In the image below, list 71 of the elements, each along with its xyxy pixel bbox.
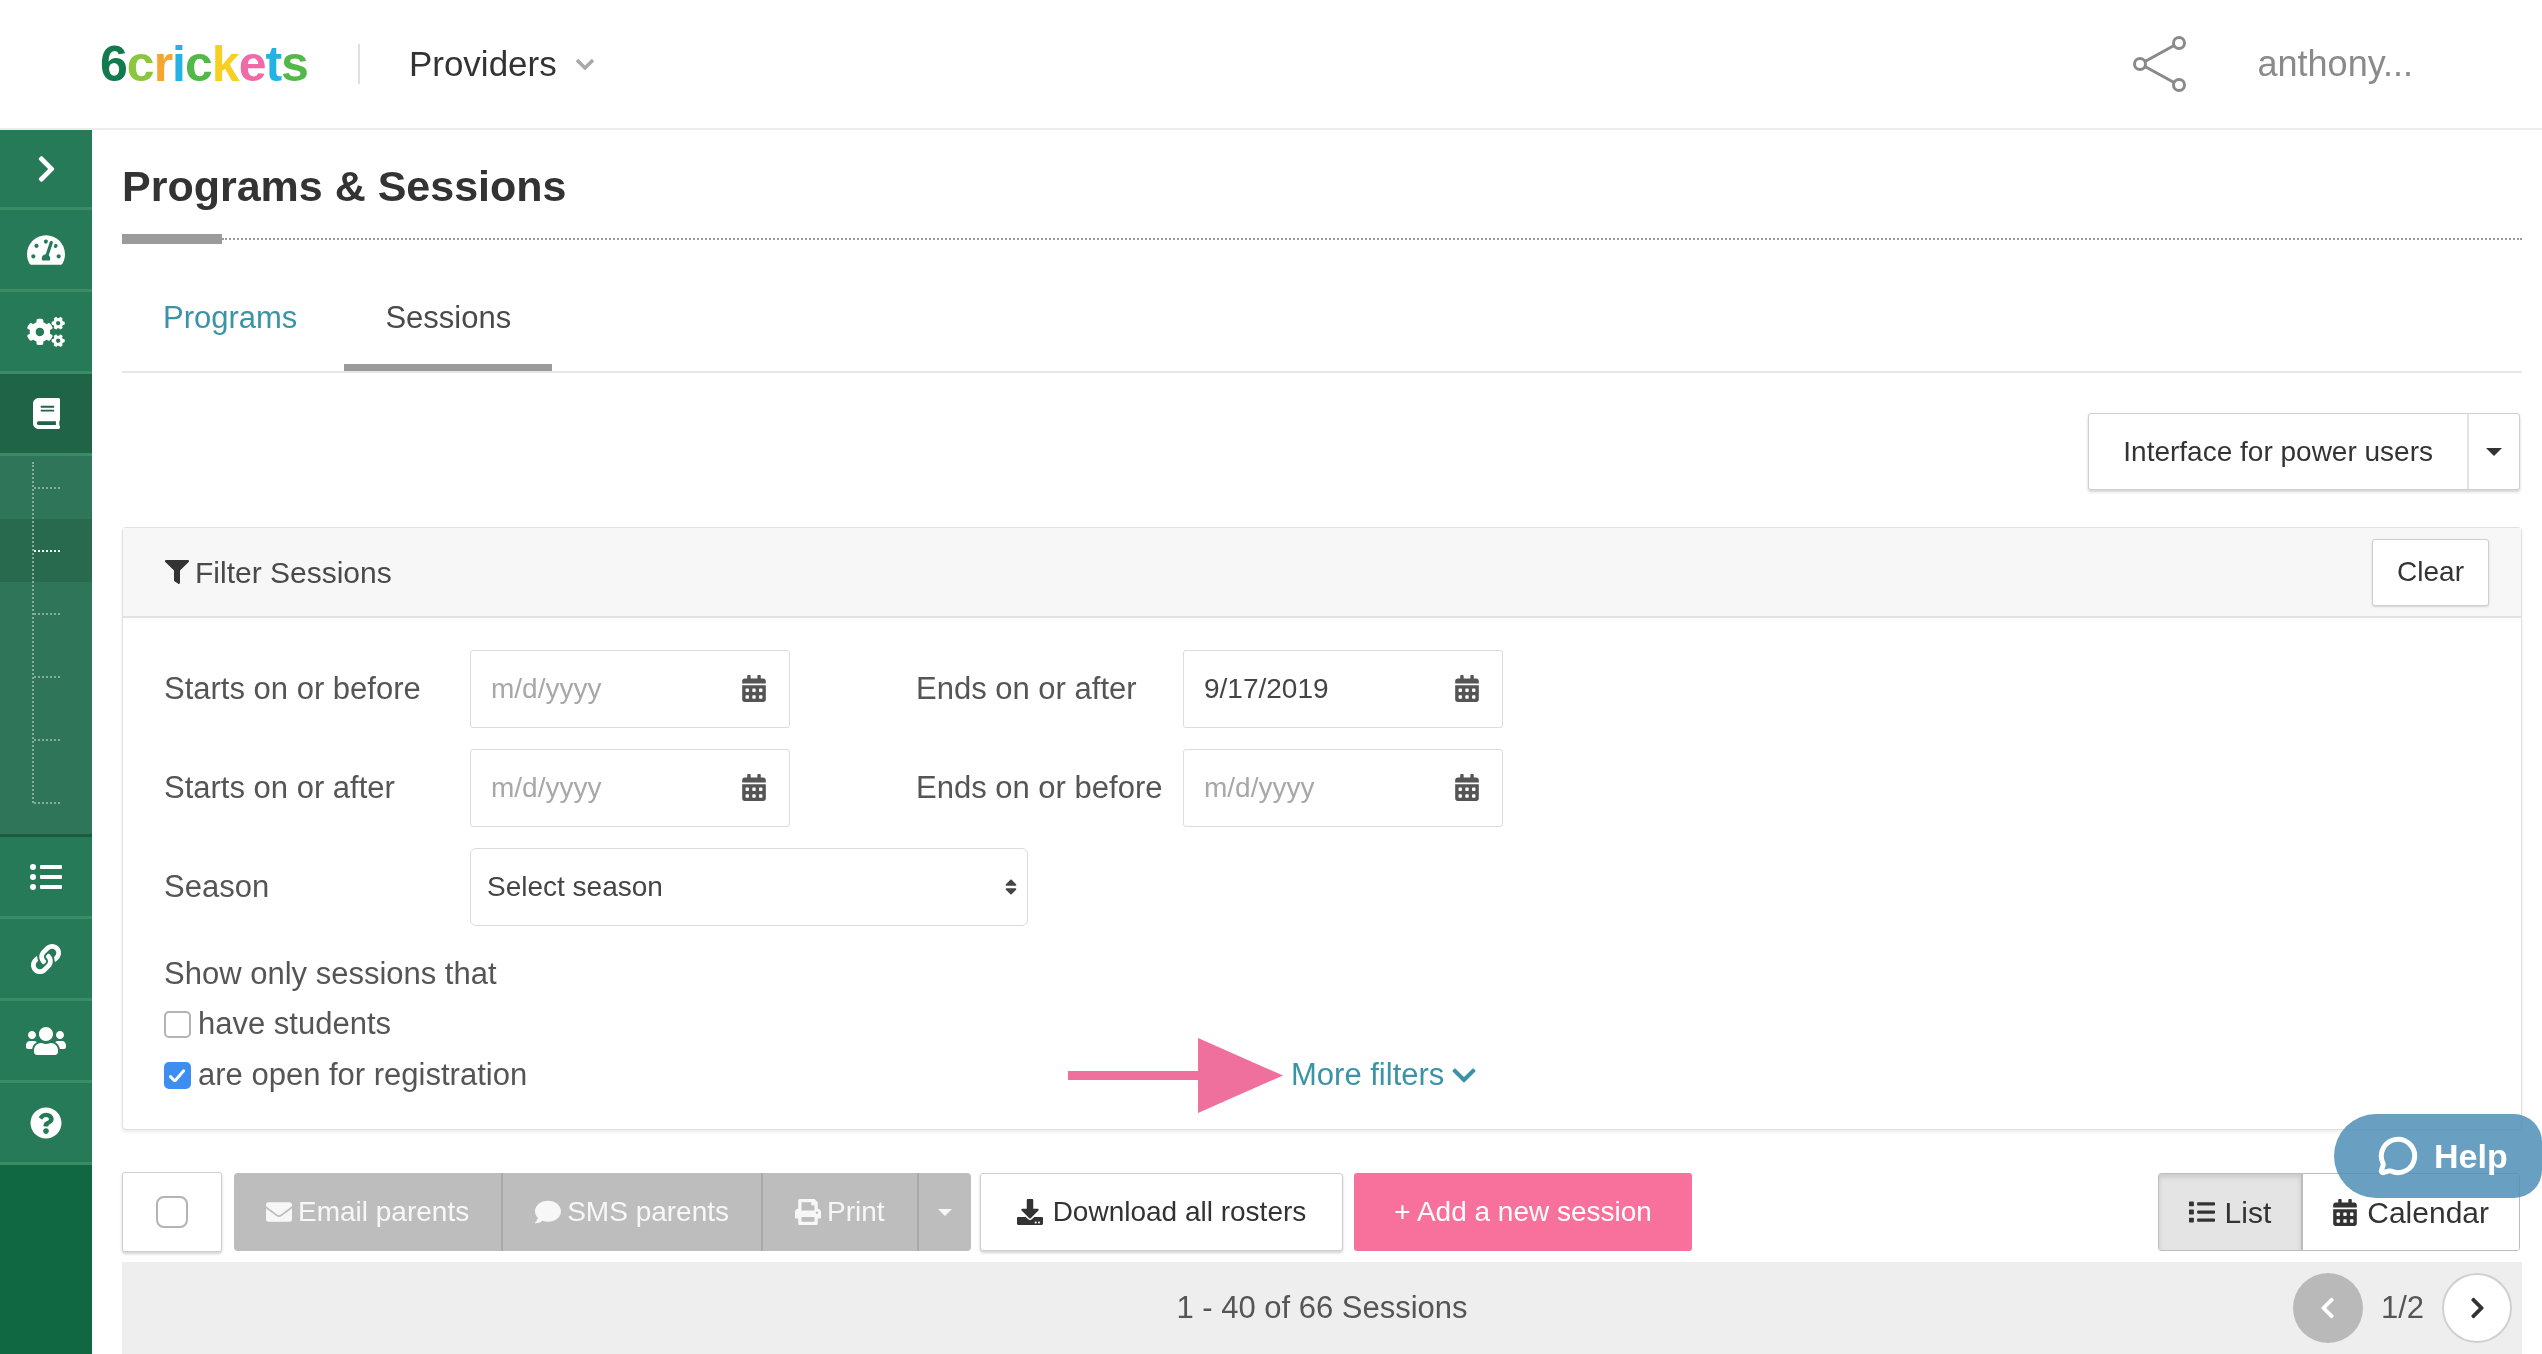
calendar-icon [1455, 675, 1479, 702]
checkmark-icon [169, 1068, 186, 1083]
branch-line-icon [34, 486, 60, 489]
book-icon [32, 398, 60, 429]
caret-down-icon [2486, 447, 2502, 456]
gears-icon [27, 316, 65, 347]
providers-menu[interactable]: Providers [408, 37, 595, 91]
page-indicator: 1/2 [2380, 1288, 2424, 1327]
sidebar-toggle-button[interactable] [0, 130, 92, 210]
chevron-right-icon [2469, 1296, 2485, 1320]
calendar-icon [2333, 1198, 2358, 1226]
field-label: Season [164, 868, 270, 904]
calendar-icon [742, 675, 766, 702]
sort-arrows-icon [1005, 877, 1017, 897]
checkbox-label: have students [198, 1005, 392, 1044]
more-filters-link[interactable]: More filters [1291, 1052, 1477, 1099]
sidebar-item[interactable] [0, 210, 92, 292]
printer-icon [795, 1199, 822, 1225]
envelope-icon [266, 1199, 292, 1225]
chevron-left-icon [2320, 1296, 2336, 1320]
chevron-down-icon [574, 58, 595, 70]
section-label: Show only sessions that [164, 955, 497, 993]
branch-line-icon [34, 675, 60, 678]
field-label: Ends on or after [916, 669, 1137, 708]
sidebar-item[interactable] [0, 919, 92, 1001]
branch-line-icon [34, 738, 60, 741]
checkbox[interactable] [164, 1011, 191, 1038]
chat-bubble-icon [2378, 1136, 2418, 1176]
view-toggle[interactable]: List [2158, 1174, 2302, 1250]
branch-line-icon [34, 612, 60, 615]
results-summary: 1 - 40 of 66 Sessions [1176, 1288, 1468, 1327]
calendar-icon [742, 774, 766, 801]
filter-icon [165, 560, 189, 584]
clear-button[interactable]: Clear [2372, 538, 2489, 606]
filter-title: Filter Sessions [195, 554, 392, 591]
field-label: Ends on or before [916, 768, 1163, 807]
sidebar-item[interactable] [0, 1083, 92, 1165]
date-input[interactable]: m/d/yyyy [1183, 749, 1503, 827]
download-rosters-button[interactable]: Download all rosters [979, 1173, 1344, 1251]
date-input[interactable]: m/d/yyyy [470, 650, 790, 728]
download-icon [1016, 1199, 1043, 1225]
tab[interactable]: Sessions [344, 273, 553, 371]
logo[interactable]: 6crickets [100, 39, 308, 89]
date-input[interactable]: 9/17/2019 [1183, 650, 1503, 728]
tab[interactable]: Programs [122, 273, 339, 371]
calendar-icon [1455, 774, 1479, 801]
list-icon [2188, 1199, 2215, 1225]
branch-line-icon [34, 549, 60, 552]
sidebar-item[interactable] [0, 837, 92, 919]
sidebar-item[interactable] [0, 292, 92, 374]
sidebar-item[interactable] [0, 1001, 92, 1083]
share-icon[interactable] [2131, 35, 2188, 93]
checkbox-label: are open for registration [198, 1056, 528, 1095]
checkbox[interactable] [164, 1062, 191, 1089]
caret-down-icon [937, 1208, 952, 1216]
help-icon [30, 1106, 62, 1139]
checkbox[interactable] [156, 1196, 188, 1228]
page-title: Programs & Sessions [122, 161, 567, 212]
field-label: Starts on or after [164, 768, 395, 807]
speech-bubble-icon [535, 1199, 562, 1225]
gauge-icon [27, 232, 65, 267]
sidebar-item[interactable] [0, 374, 92, 456]
date-input[interactable]: m/d/yyyy [470, 749, 790, 827]
select-all-button[interactable] [122, 1172, 222, 1252]
season-select[interactable]: Select season [470, 848, 1028, 926]
link-icon [31, 943, 61, 974]
field-label: Starts on or before [164, 669, 421, 708]
branch-line-icon [34, 801, 60, 804]
users-icon [26, 1024, 66, 1057]
season-select-value: Select season [487, 870, 663, 904]
chevron-right-icon [36, 153, 56, 184]
